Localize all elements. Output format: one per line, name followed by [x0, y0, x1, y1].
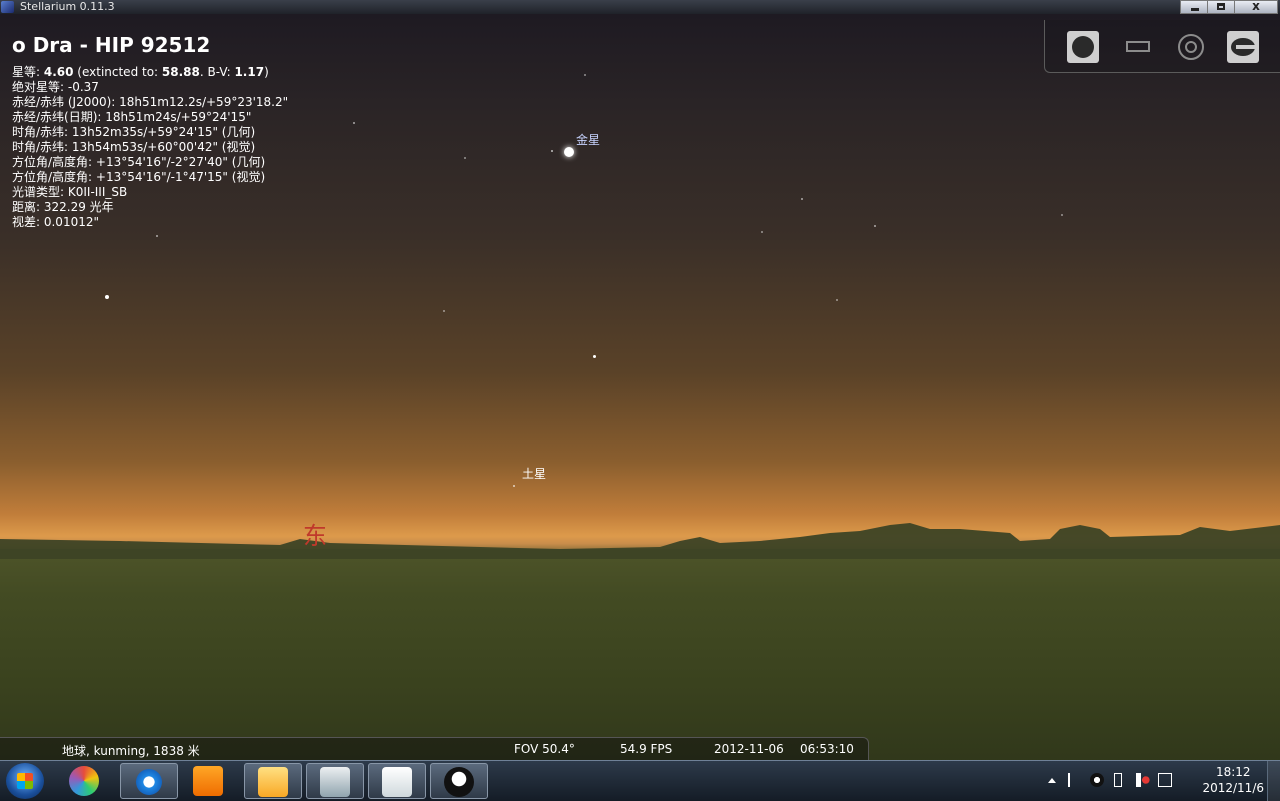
config-icon[interactable]	[1227, 31, 1259, 63]
star[interactable]	[1061, 214, 1063, 216]
star[interactable]	[464, 157, 466, 159]
minimize-button[interactable]	[1180, 0, 1208, 14]
taskbar-app-media[interactable]	[180, 763, 238, 799]
stellarium-app-icon	[1, 1, 14, 13]
object-name: o Dra - HIP 92512	[12, 33, 211, 57]
magnitude-line: 星等: 4.60 (extincted to: 58.88. B-V: 1.17…	[12, 65, 288, 80]
info-line: 视差: 0.01012"	[12, 215, 100, 229]
magnitude-value: 4.60	[43, 65, 74, 79]
bv-label: . B-V:	[199, 65, 235, 79]
magnitude-label: 星等:	[12, 65, 44, 79]
qq-tray-icon[interactable]	[1090, 773, 1104, 787]
clock-time: 18:12	[1215, 765, 1251, 779]
taskbar-app-qq[interactable]	[430, 763, 488, 799]
close-button[interactable]	[1234, 0, 1278, 14]
info-line: 绝对星等: -0.37	[12, 80, 99, 94]
color-app-icon	[69, 766, 99, 796]
star-saturn[interactable]	[513, 485, 515, 487]
status-bar: 地球, kunming, 1838 米 FOV 50.4° 54.9 FPS 2…	[0, 737, 869, 761]
extincted-value: 58.88	[161, 65, 200, 79]
document-icon	[382, 767, 412, 797]
taskbar-app-ie[interactable]	[120, 763, 178, 799]
bv-value: 1.17	[234, 65, 265, 79]
info-line: 赤经/赤纬 (J2000): 18h51m12.2s/+59°23'18.2"	[12, 95, 289, 109]
info-line: 方位角/高度角: +13°54'16"/-2°27'40" (几何)	[12, 155, 266, 169]
show-desktop-button[interactable]	[1267, 761, 1280, 801]
info-line: 方位角/高度角: +13°54'16"/-1°47'15" (视觉)	[12, 170, 266, 184]
fov-text: FOV 50.4°	[514, 742, 575, 756]
network-icon[interactable]	[1158, 773, 1172, 787]
taskbar: 18:12 2012/11/6	[0, 760, 1280, 801]
camera-icon	[320, 767, 350, 797]
show-hidden-icons-icon[interactable]	[1048, 778, 1056, 783]
compass-east-label: 东	[303, 522, 327, 550]
location-text: 地球, kunming, 1838 米	[62, 744, 200, 758]
media-player-icon	[193, 766, 223, 796]
star[interactable]	[801, 198, 803, 200]
date-text: 2012-11-06	[714, 742, 784, 756]
window-title: Stellarium 0.11.3	[20, 0, 115, 13]
star[interactable]	[551, 150, 553, 152]
taskbar-app-document[interactable]	[368, 763, 426, 799]
taskbar-app-explorer[interactable]	[244, 763, 302, 799]
info-line: 光谱类型: K0II-III_SB	[12, 185, 128, 199]
folder-icon	[258, 767, 288, 797]
landscape-icon[interactable]	[1123, 31, 1155, 63]
star[interactable]	[874, 225, 876, 227]
info-line: 时角/赤纬: 13h54m53s/+60°00'42" (视觉)	[12, 140, 256, 154]
bv-close: )	[264, 65, 269, 79]
atmosphere-icon[interactable]	[1067, 31, 1099, 63]
venus-label: 金星	[576, 133, 601, 147]
taskbar-clock[interactable]: 18:12 2012/11/6	[1202, 764, 1264, 796]
clock-date: 2012/11/6	[1202, 781, 1264, 795]
object-info-panel: o Dra - HIP 92512 星等: 4.60 (extincted to…	[12, 33, 288, 230]
star[interactable]	[584, 74, 586, 76]
start-button[interactable]	[6, 763, 44, 799]
battery-icon[interactable]	[1114, 773, 1122, 787]
star-venus[interactable]	[564, 147, 574, 157]
top-right-toolbar	[1044, 20, 1280, 73]
action-center-flag-icon[interactable]	[1068, 773, 1082, 787]
star[interactable]	[353, 122, 355, 124]
ground-icon[interactable]	[1175, 31, 1207, 63]
info-line: 距离: 322.29 光年	[12, 200, 114, 214]
window-titlebar[interactable]: Stellarium 0.11.3	[0, 0, 1280, 14]
saturn-label: 土星	[522, 467, 547, 481]
volume-muted-icon[interactable]	[1136, 773, 1150, 787]
system-tray: 18:12 2012/11/6	[1040, 761, 1280, 801]
taskbar-app-colors[interactable]	[56, 763, 114, 799]
star[interactable]	[443, 310, 445, 312]
star[interactable]	[156, 235, 158, 237]
maximize-button[interactable]	[1207, 0, 1235, 14]
star[interactable]	[593, 355, 596, 358]
taskbar-app-camera[interactable]	[306, 763, 364, 799]
ie-icon	[134, 767, 164, 797]
star[interactable]	[105, 295, 109, 299]
fps-text: 54.9 FPS	[620, 742, 673, 756]
qq-icon	[444, 767, 474, 797]
star[interactable]	[761, 231, 763, 233]
treeline	[0, 523, 1280, 559]
star[interactable]	[836, 299, 838, 301]
extincted-label: (extincted to:	[73, 65, 162, 79]
window-controls	[1180, 0, 1278, 14]
time-text: 06:53:10	[800, 742, 854, 756]
info-line: 赤经/赤纬(日期): 18h51m24s/+59°24'15"	[12, 110, 252, 124]
info-line: 时角/赤纬: 13h52m35s/+59°24'15" (几何)	[12, 125, 256, 139]
